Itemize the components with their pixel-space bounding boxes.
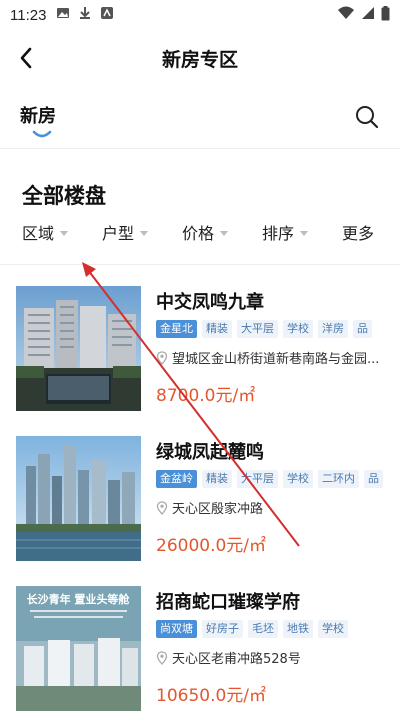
- feature-tag: 大平层: [237, 320, 278, 338]
- wifi-icon: [337, 6, 355, 24]
- filter-label: 排序: [262, 224, 295, 243]
- listing-name: 绿城凤起麓鸣: [156, 442, 264, 463]
- area-tag: 金星北: [156, 320, 197, 338]
- listing-image: [16, 436, 141, 561]
- feature-tag: 品: [353, 320, 372, 338]
- tag-list: 尚双塘 好房子 毛坯 地铁 学校: [156, 620, 400, 640]
- chevron-left-icon: [20, 47, 32, 69]
- tab-bar: 新房: [0, 92, 400, 142]
- feature-tag: 品: [364, 470, 383, 488]
- download-notification-icon: [78, 6, 92, 24]
- feature-tag: 学校: [283, 320, 313, 338]
- battery-icon: [381, 5, 390, 25]
- feature-tag: 好房子: [202, 620, 243, 638]
- listing-card[interactable]: 中交凤鸣九章 金星北 精装 大平层 学校 洋房 品 望城区金山桥街道新巷南路与金…: [0, 286, 400, 426]
- image-notification-icon: [56, 6, 70, 24]
- filter-label: 更多: [342, 224, 375, 243]
- listing-image-slogan: 长沙青年 置业头等舱: [27, 592, 131, 606]
- listing-address: 天心区老甫冲路528号: [156, 648, 392, 667]
- caret-down-icon: [140, 230, 149, 236]
- location-pin-icon: [156, 500, 168, 515]
- listing-address: 天心区殷家冲路: [156, 498, 392, 517]
- listing-address: 望城区金山桥街道新巷南路与金园...: [156, 348, 392, 367]
- back-button[interactable]: [12, 44, 40, 72]
- app-notification-icon: [100, 6, 114, 24]
- caret-down-icon: [220, 230, 229, 236]
- listing-price: 26000.0元/㎡: [156, 536, 267, 556]
- caret-down-icon: [300, 230, 309, 236]
- tag-list: 金盆岭 精装 大平层 学校 二环内 品: [156, 470, 400, 490]
- listing-name: 招商蛇口璀璨学府: [156, 592, 300, 613]
- page-title: 新房专区: [161, 48, 238, 71]
- filter-price[interactable]: 价格: [182, 220, 229, 244]
- listing-price: 8700.0元/㎡: [156, 386, 256, 406]
- listing-image: 长沙青年 置业头等舱: [16, 586, 141, 711]
- filter-bar: 区域 户型 价格 排序 更多: [0, 214, 400, 250]
- feature-tag: 地铁: [283, 620, 313, 638]
- feature-tag: 精装: [202, 320, 232, 338]
- address-text: 天心区殷家冲路: [172, 502, 264, 517]
- listing-name: 中交凤鸣九章: [156, 292, 264, 313]
- app-header: 新房专区: [0, 30, 400, 86]
- area-tag: 金盆岭: [156, 470, 197, 488]
- listing-card[interactable]: 绿城凤起麓鸣 金盆岭 精装 大平层 学校 二环内 品 天心区殷家冲路 26000…: [0, 436, 400, 576]
- divider: [0, 148, 400, 149]
- filter-more[interactable]: 更多: [342, 220, 374, 244]
- search-icon[interactable]: [354, 104, 380, 130]
- area-tag: 尚双塘: [156, 620, 197, 638]
- feature-tag: 毛坯: [248, 620, 278, 638]
- status-time: 11:23: [10, 6, 47, 24]
- feature-tag: 二环内: [318, 470, 359, 488]
- location-pin-icon: [156, 350, 168, 365]
- feature-tag: 学校: [283, 470, 313, 488]
- feature-tag: 大平层: [237, 470, 278, 488]
- filter-district[interactable]: 区域: [22, 220, 69, 244]
- divider: [0, 264, 400, 265]
- listing-price: 10650.0元/㎡: [156, 686, 267, 706]
- filter-label: 价格: [182, 224, 215, 243]
- tab-active-indicator: [32, 130, 52, 138]
- location-pin-icon: [156, 650, 168, 665]
- tab-new-homes[interactable]: 新房: [20, 102, 56, 128]
- filter-layout[interactable]: 户型: [102, 220, 149, 244]
- tag-list: 金星北 精装 大平层 学校 洋房 品: [156, 320, 400, 340]
- feature-tag: 学校: [318, 620, 348, 638]
- address-text: 望城区金山桥街道新巷南路与金园...: [172, 352, 380, 367]
- filter-label: 区域: [22, 224, 55, 243]
- feature-tag: 精装: [202, 470, 232, 488]
- signal-icon: [361, 6, 375, 24]
- status-bar: 11:23: [0, 0, 400, 30]
- filter-sort[interactable]: 排序: [262, 220, 309, 244]
- address-text: 天心区老甫冲路528号: [172, 652, 301, 667]
- caret-down-icon: [60, 230, 69, 236]
- listing-card[interactable]: 长沙青年 置业头等舱 招商蛇口璀璨学府 尚双塘 好房子 毛坯 地铁 学校 天心区…: [0, 586, 400, 711]
- section-title: 全部楼盘: [22, 184, 106, 208]
- listing-image: [16, 286, 141, 411]
- filter-label: 户型: [102, 224, 135, 243]
- feature-tag: 洋房: [318, 320, 348, 338]
